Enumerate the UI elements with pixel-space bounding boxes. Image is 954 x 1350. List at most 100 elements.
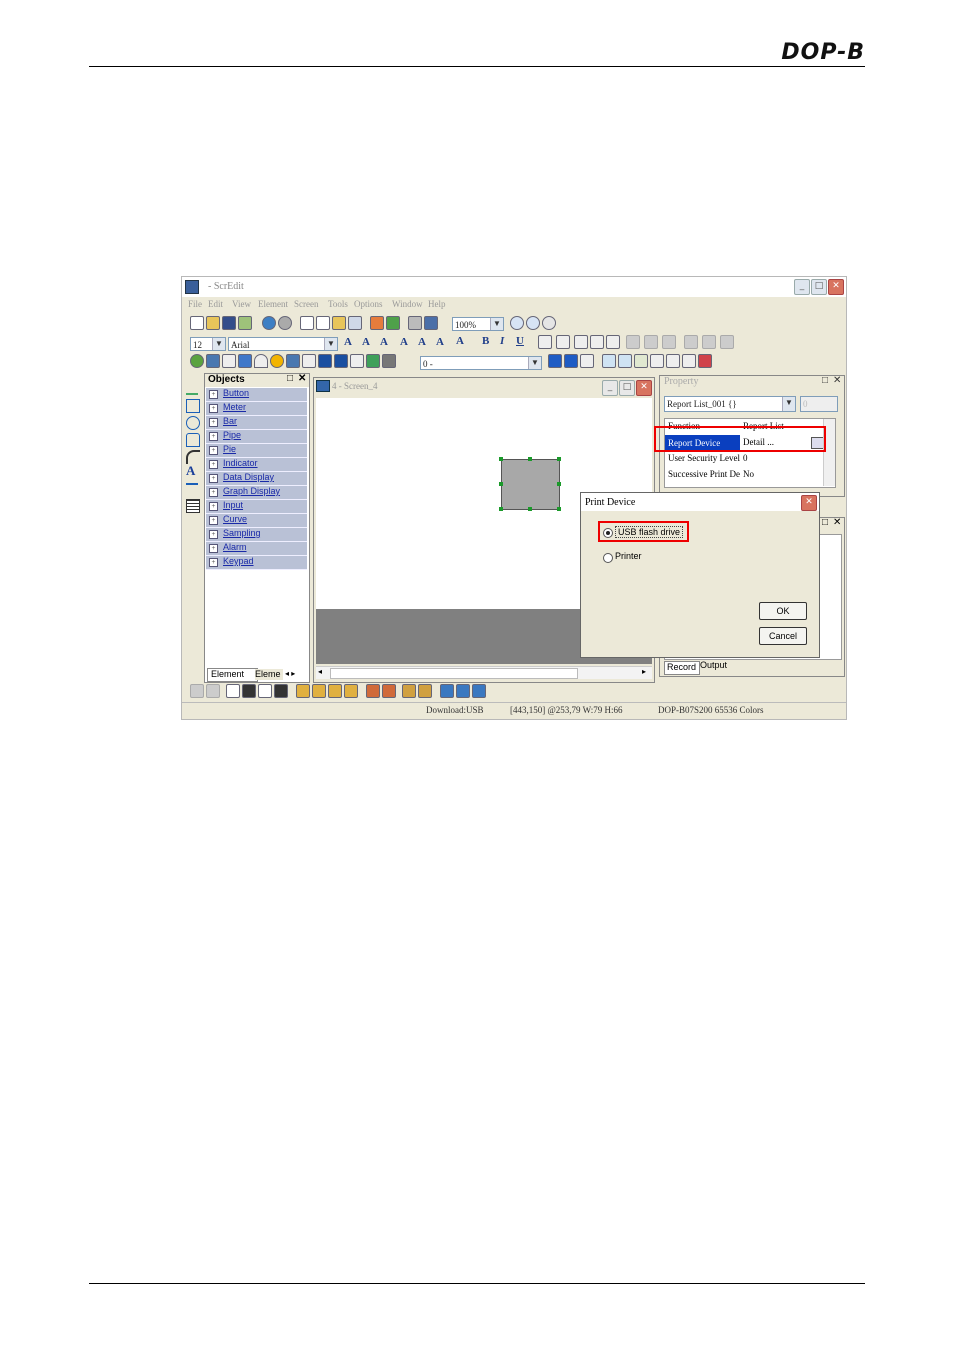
- property-row[interactable]: User Security Level 0: [665, 451, 835, 467]
- copy-icon[interactable]: [316, 316, 330, 330]
- list-item[interactable]: + Input: [206, 500, 307, 514]
- same-height-icon[interactable]: [684, 335, 698, 349]
- align-icon-4[interactable]: [344, 684, 358, 698]
- page-select[interactable]: 0: [800, 396, 838, 412]
- align-icon-3[interactable]: [328, 684, 342, 698]
- float-icon[interactable]: □: [287, 373, 293, 384]
- paste-icon[interactable]: [332, 316, 346, 330]
- menu-file[interactable]: File: [188, 299, 202, 309]
- button-element-icon[interactable]: [190, 354, 204, 368]
- tab-scroll-arrows[interactable]: ◂ ▸: [285, 669, 295, 678]
- meter-element-icon[interactable]: [206, 354, 220, 368]
- open-folder-icon[interactable]: [206, 316, 220, 330]
- arc-tool-icon[interactable]: [186, 450, 200, 464]
- close-icon[interactable]: ✕: [298, 373, 306, 384]
- screen-list-icon[interactable]: [682, 354, 696, 368]
- report-list-element[interactable]: [501, 459, 560, 510]
- list-item[interactable]: + Button: [206, 388, 307, 402]
- resize-handle[interactable]: [499, 482, 503, 486]
- new-file-icon[interactable]: [190, 316, 204, 330]
- align-bottom-icon[interactable]: A: [436, 336, 444, 348]
- font-color-icon[interactable]: A: [456, 335, 464, 347]
- list-item[interactable]: + Indicator: [206, 458, 307, 472]
- distribute-v-icon[interactable]: [644, 335, 658, 349]
- screen-number-icon[interactable]: [548, 354, 562, 368]
- expand-icon[interactable]: +: [209, 390, 218, 399]
- list-item[interactable]: + Pipe: [206, 430, 307, 444]
- menu-view[interactable]: View: [232, 299, 251, 309]
- bold-icon[interactable]: B: [482, 335, 489, 347]
- flip-h-icon[interactable]: [366, 684, 380, 698]
- scroll-left-icon[interactable]: ◂: [318, 667, 322, 676]
- preview-icon[interactable]: [424, 316, 438, 330]
- expand-icon[interactable]: +: [209, 404, 218, 413]
- printer-option-label[interactable]: Printer: [615, 551, 642, 561]
- menu-screen[interactable]: Screen: [294, 299, 319, 309]
- zoom-out-icon[interactable]: [526, 316, 540, 330]
- close-button[interactable]: ✕: [801, 495, 817, 511]
- tab-output[interactable]: Output: [700, 660, 727, 670]
- center-icon[interactable]: [720, 335, 734, 349]
- minimize-button[interactable]: _: [794, 279, 810, 295]
- font-size-select[interactable]: 12 ▼: [190, 337, 226, 351]
- list-item[interactable]: + Alarm: [206, 542, 307, 556]
- menu-element[interactable]: Element: [258, 299, 288, 309]
- keypad-element-icon[interactable]: [382, 354, 396, 368]
- object-select[interactable]: Report List_001 {} ▼: [664, 396, 796, 412]
- font-name-select[interactable]: Arial ▼: [228, 337, 338, 351]
- import-icon[interactable]: [238, 316, 252, 330]
- screen-delete-icon[interactable]: [666, 354, 680, 368]
- screen-prev-icon[interactable]: [602, 354, 616, 368]
- font-shrink-icon[interactable]: A: [362, 336, 370, 348]
- expand-icon[interactable]: +: [209, 516, 218, 525]
- font-style-icon[interactable]: A: [380, 336, 388, 348]
- indicator-element-icon[interactable]: [270, 354, 284, 368]
- float-icon[interactable]: □: [822, 517, 828, 528]
- resize-handle[interactable]: [528, 507, 532, 511]
- menu-help[interactable]: Help: [428, 299, 446, 309]
- list-item[interactable]: + Data Display: [206, 472, 307, 486]
- font-grow-icon[interactable]: A: [344, 336, 352, 348]
- resize-handle[interactable]: [557, 457, 561, 461]
- layer-select[interactable]: 0 - ▼: [420, 356, 542, 370]
- close-icon[interactable]: ✕: [833, 375, 841, 386]
- save-icon[interactable]: [222, 316, 236, 330]
- maximize-button[interactable]: □: [619, 380, 635, 396]
- expand-icon[interactable]: +: [209, 558, 218, 567]
- align-icon[interactable]: [296, 684, 310, 698]
- rotate-icon[interactable]: [402, 684, 416, 698]
- screen-close-icon[interactable]: [698, 354, 712, 368]
- data-display-icon[interactable]: [286, 354, 300, 368]
- curve-element-icon[interactable]: [334, 354, 348, 368]
- align-center-icon[interactable]: [574, 335, 588, 349]
- spacing-icon-2[interactable]: [456, 684, 470, 698]
- align-top-icon[interactable]: A: [400, 336, 408, 348]
- line-color-icon[interactable]: [538, 335, 552, 349]
- flip-v-icon[interactable]: [382, 684, 396, 698]
- list-item[interactable]: + Sampling: [206, 528, 307, 542]
- compile-icon[interactable]: [262, 316, 276, 330]
- screen-next-icon[interactable]: [618, 354, 632, 368]
- ungroup-icon[interactable]: [206, 684, 220, 698]
- send-back-icon[interactable]: [242, 684, 256, 698]
- resize-handle[interactable]: [557, 507, 561, 511]
- align-right-icon[interactable]: [590, 335, 604, 349]
- close-button[interactable]: ✕: [828, 279, 844, 295]
- menu-tools[interactable]: Tools: [328, 299, 348, 309]
- expand-icon[interactable]: +: [209, 474, 218, 483]
- expand-icon[interactable]: +: [209, 432, 218, 441]
- align-vcenter-icon[interactable]: [606, 335, 620, 349]
- upload-icon[interactable]: [386, 316, 400, 330]
- zoom-fit-icon[interactable]: [542, 316, 556, 330]
- distribute-h-icon[interactable]: [626, 335, 640, 349]
- horizontal-scrollbar[interactable]: ◂ ▸: [316, 666, 652, 679]
- expand-icon[interactable]: +: [209, 460, 218, 469]
- same-size-icon[interactable]: [702, 335, 716, 349]
- screen-copy-icon[interactable]: [650, 354, 664, 368]
- list-item[interactable]: + Meter: [206, 402, 307, 416]
- screen-new-icon[interactable]: [634, 354, 648, 368]
- sampling-element-icon[interactable]: [350, 354, 364, 368]
- expand-icon[interactable]: +: [209, 502, 218, 511]
- print-icon[interactable]: [408, 316, 422, 330]
- cut-icon[interactable]: [300, 316, 314, 330]
